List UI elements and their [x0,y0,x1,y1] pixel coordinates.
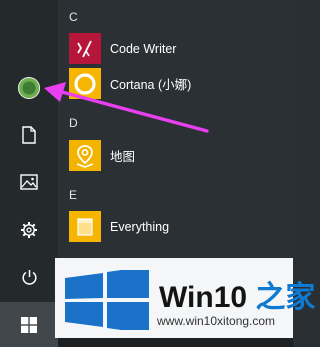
start-menu: C Code Writer Cortana (小娜) D 地图 E Everyt… [0,0,315,347]
watermark-title-cn: 之家 [255,280,316,315]
watermark-title: Win10 之家 [159,272,315,316]
watermark-title-prefix: Win10 [159,281,248,314]
watermark: Win10 之家 www.win10xitong.com [55,258,315,338]
watermark-url: www.win10xitong.com [157,314,276,328]
win10-logo-icon [65,270,149,330]
